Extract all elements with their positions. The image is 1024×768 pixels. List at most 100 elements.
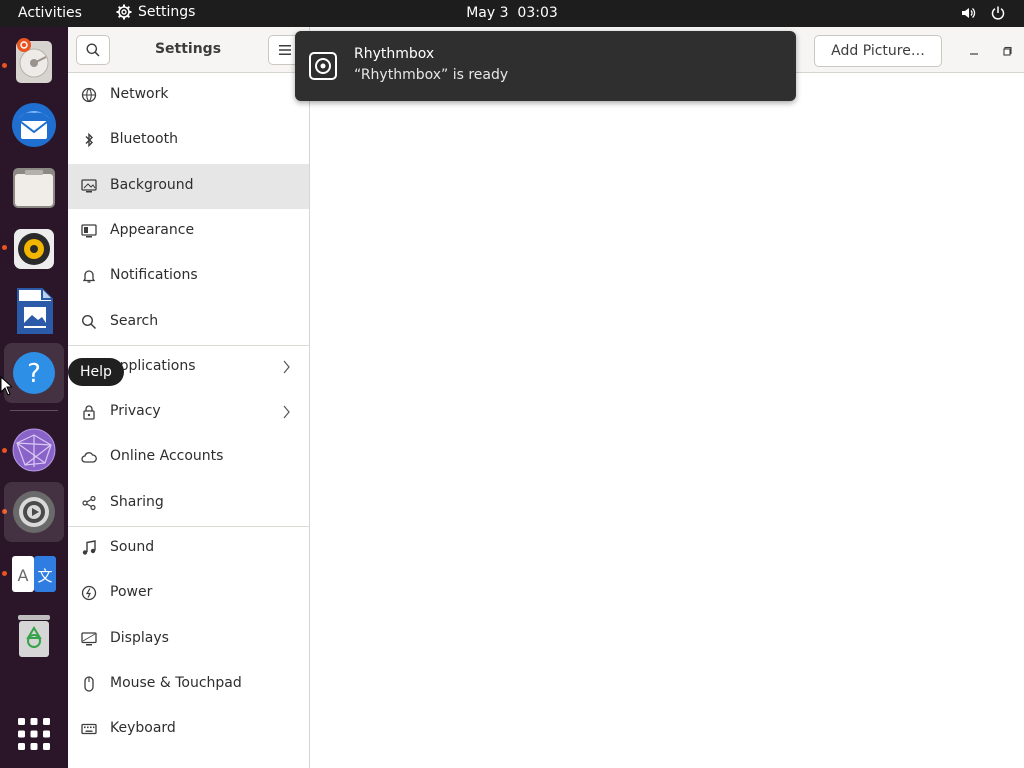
sidebar-item-label: Online Accounts <box>110 448 224 465</box>
system-menu[interactable] <box>960 5 1006 21</box>
chevron-right-icon <box>283 360 290 374</box>
sidebar-item-label: Privacy <box>110 403 161 420</box>
sidebar-item-displays[interactable]: Displays <box>68 617 309 662</box>
search-button[interactable] <box>76 35 110 65</box>
sidebar-item-label: Sound <box>110 539 155 555</box>
rhythmbox-icon <box>14 229 54 269</box>
settings-window: Settings Add Picture… Network Bluetooth Ba… <box>68 27 1024 768</box>
minimize-button[interactable] <box>964 41 984 61</box>
sidebar-item-label: Mouse & Touchpad <box>110 674 242 691</box>
clock-date: May 3 <box>466 5 509 21</box>
sidebar-item-power[interactable]: Power <box>68 571 309 616</box>
sidebar-item-network[interactable]: Network <box>68 73 309 118</box>
maximize-icon <box>1003 46 1012 56</box>
dock-rhythmbox[interactable] <box>4 219 64 279</box>
dock-separator <box>10 410 58 411</box>
svg-text:?: ? <box>27 359 41 389</box>
gear-icon <box>116 4 132 20</box>
activities-button[interactable]: Activities <box>18 5 82 21</box>
clock-button[interactable]: May 3 03:03 <box>466 5 558 21</box>
dock-libreoffice-writer[interactable] <box>4 281 64 341</box>
sidebar-item-appearance[interactable]: Appearance <box>68 209 309 254</box>
sidebar-item-online-accounts[interactable]: Online Accounts <box>68 435 309 480</box>
dock: ? A文 <box>0 27 68 768</box>
minimize-icon <box>970 53 978 55</box>
sidebar-headerbar: Settings <box>68 27 310 73</box>
mouse-pointer-icon <box>0 376 12 396</box>
globe-network-icon <box>12 428 56 472</box>
clock-time: 03:03 <box>517 5 558 21</box>
sidebar-item-label: Background <box>110 176 194 193</box>
dock-tooltip: Help <box>68 358 124 386</box>
notification-banner[interactable]: Rhythmbox “Rhythmbox” is ready <box>295 31 796 101</box>
cloud-icon <box>81 452 97 464</box>
top-bar: Activities Settings May 3 03:03 <box>0 0 1024 27</box>
thunderbird-icon <box>12 103 56 147</box>
music-note-icon <box>82 540 96 555</box>
bluetooth-icon <box>85 133 93 148</box>
appearance-icon <box>81 224 97 238</box>
sidebar-item-label: Bluetooth <box>110 131 178 148</box>
sidebar-item-mouse-touchpad[interactable]: Mouse & Touchpad <box>68 662 309 707</box>
search-icon <box>86 43 100 57</box>
dock-settings[interactable] <box>4 482 64 542</box>
sidebar-item-sound[interactable]: Sound <box>68 526 309 571</box>
rhythmbox-notification-icon <box>309 52 337 80</box>
dock-network-app[interactable] <box>4 420 64 480</box>
settings-gear-icon <box>13 491 55 533</box>
sidebar-item-label: Appearance <box>110 221 195 238</box>
network-icon <box>81 87 97 103</box>
trash-icon <box>18 615 50 657</box>
help-icon: ? <box>13 352 55 394</box>
app-grid-icon <box>18 718 50 750</box>
sidebar-item-background[interactable]: Background <box>68 163 309 209</box>
dock-language-support[interactable]: A文 <box>4 544 64 604</box>
disk-usage-analyzer-icon <box>16 38 52 83</box>
dock-help[interactable]: ? <box>4 343 64 403</box>
sidebar-item-search[interactable]: Search <box>68 300 309 345</box>
background-icon <box>81 178 97 193</box>
sidebar-item-label: Search <box>110 312 159 329</box>
settings-sidebar: Network Bluetooth Background Appearance Noti… <box>68 73 310 768</box>
sidebar-item-notifications[interactable]: Notifications <box>68 254 309 299</box>
volume-icon <box>962 8 976 18</box>
dock-thunderbird-mail[interactable] <box>4 95 64 155</box>
bell-icon <box>82 270 96 283</box>
sidebar-item-label: Notifications <box>110 267 198 284</box>
add-picture-button[interactable]: Add Picture… <box>814 35 942 67</box>
maximize-button[interactable] <box>998 41 1018 61</box>
power-icon <box>81 586 97 601</box>
sidebar-item-sharing[interactable]: Sharing <box>68 481 309 526</box>
app-menu[interactable]: Settings <box>116 4 195 20</box>
lock-icon <box>83 405 95 420</box>
sidebar-title: Settings <box>154 41 222 57</box>
sidebar-item-label: Network <box>110 86 169 102</box>
mouse-icon <box>84 676 94 692</box>
svg-text:文: 文 <box>37 567 52 585</box>
sidebar-item-label: Sharing <box>110 493 164 510</box>
share-icon <box>82 495 96 510</box>
keyboard-icon <box>81 724 97 735</box>
svg-text:A: A <box>18 566 29 585</box>
language-icon: A文 <box>12 556 56 592</box>
notification-body: “Rhythmbox” is ready <box>354 67 509 83</box>
dock-trash[interactable] <box>4 606 64 666</box>
notification-title: Rhythmbox <box>354 46 435 62</box>
app-menu-label: Settings <box>138 4 196 20</box>
writer-icon <box>17 288 53 334</box>
hamburger-menu-icon <box>279 45 291 55</box>
dock-files[interactable] <box>4 157 64 217</box>
sidebar-item-bluetooth[interactable]: Bluetooth <box>68 118 309 163</box>
sidebar-item-keyboard[interactable]: Keyboard <box>68 707 309 752</box>
dock-disk-usage-analyzer[interactable] <box>4 31 64 91</box>
dock-show-applications[interactable] <box>4 704 64 764</box>
sidebar-item-privacy[interactable]: Privacy <box>68 390 309 435</box>
display-icon <box>81 631 97 646</box>
chevron-right-icon <box>283 405 290 419</box>
sidebar-item-label: Power <box>110 584 153 601</box>
files-icon <box>13 168 55 208</box>
power-icon <box>991 6 1005 20</box>
sidebar-item-label: Keyboard <box>110 720 176 737</box>
sidebar-item-label: Displays <box>110 629 169 646</box>
search-icon <box>81 314 97 329</box>
